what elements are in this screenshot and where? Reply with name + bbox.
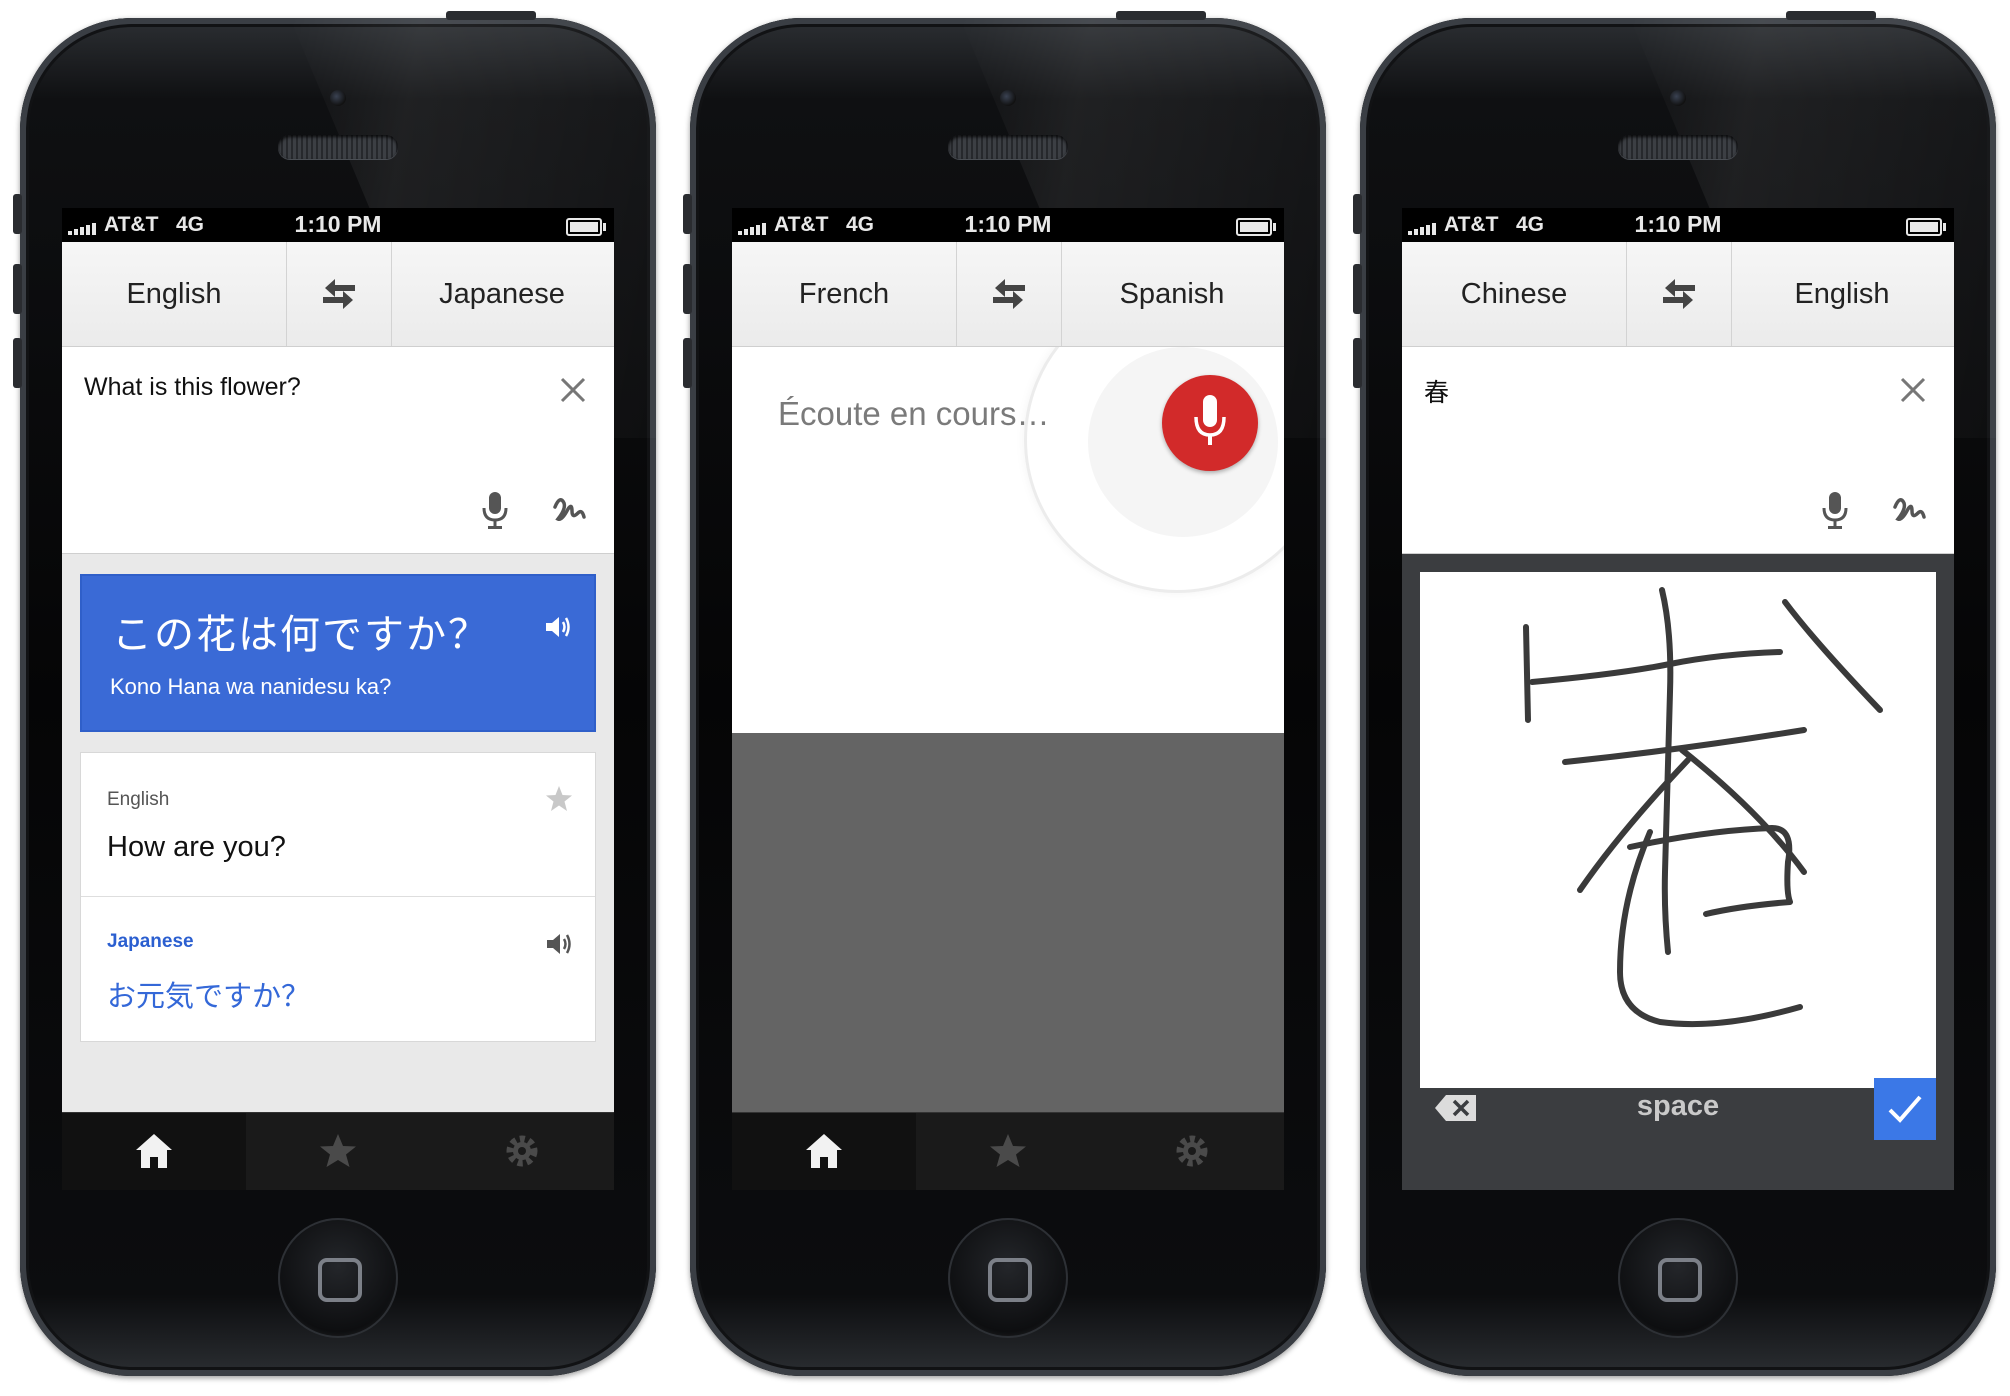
target-language-button[interactable]: English — [1730, 242, 1954, 346]
battery-icon — [1906, 218, 1946, 236]
tab-settings[interactable] — [430, 1113, 614, 1190]
mute-switch — [13, 194, 22, 234]
tab-bar — [732, 1112, 1284, 1190]
handwriting-icon[interactable] — [552, 495, 588, 527]
swap-icon — [323, 279, 355, 309]
phrase-source-text: How are you? — [107, 831, 286, 863]
power-button — [1116, 11, 1206, 20]
divider — [81, 896, 595, 897]
home-icon — [136, 1134, 172, 1168]
front-camera — [330, 90, 346, 106]
power-button — [446, 11, 536, 20]
microphone-button[interactable] — [1162, 375, 1258, 471]
status-time: 1:10 PM — [1634, 211, 1722, 237]
handwritten-strokes — [1523, 587, 1883, 1028]
status-bar: AT&T 4G 1:10 PM — [62, 208, 614, 242]
earpiece-speaker — [1618, 135, 1738, 159]
listening-status-text: Écoute en cours… — [778, 395, 1050, 432]
screen: AT&T 4G 1:10 PM French Spanish Écoute en… — [732, 208, 1284, 1190]
earpiece-speaker — [278, 135, 398, 159]
volume-down-button — [683, 338, 692, 388]
source-language-button[interactable]: Chinese — [1402, 242, 1626, 346]
close-icon[interactable] — [560, 377, 586, 403]
swap-languages-button[interactable] — [286, 242, 392, 346]
status-bar: AT&T 4G 1:10 PM — [732, 208, 1284, 242]
star-icon — [320, 1134, 356, 1167]
phone-3: AT&T 4G 1:10 PM Chinese English 春 space — [1353, 11, 1996, 1376]
target-language-button[interactable]: Japanese — [390, 242, 614, 346]
voice-input-area: Écoute en cours… — [732, 347, 1284, 733]
mute-switch — [1353, 194, 1362, 234]
tab-home[interactable] — [62, 1113, 246, 1190]
front-camera — [1670, 90, 1686, 106]
battery-icon — [1236, 218, 1276, 236]
tab-favorites[interactable] — [246, 1113, 430, 1190]
checkmark-icon — [1888, 1095, 1922, 1123]
phrase-target-text: お元気ですか？ — [107, 979, 311, 1013]
home-icon — [806, 1134, 842, 1168]
microphone-icon[interactable] — [1821, 492, 1849, 530]
volume-up-button — [1353, 264, 1362, 314]
volume-down-button — [1353, 338, 1362, 388]
source-language-button[interactable]: French — [732, 242, 956, 346]
tab-bar — [62, 1112, 614, 1190]
swap-languages-button[interactable] — [1626, 242, 1732, 346]
speaker-icon[interactable] — [545, 931, 573, 957]
volume-up-button — [13, 264, 22, 314]
swap-languages-button[interactable] — [956, 242, 1062, 346]
dimmed-overlay — [732, 733, 1284, 1112]
target-language-button[interactable]: Spanish — [1060, 242, 1284, 346]
star-icon — [990, 1134, 1026, 1167]
phone-2: AT&T 4G 1:10 PM French Spanish Écoute en… — [683, 11, 1326, 1376]
language-bar: Chinese English — [1402, 242, 1954, 347]
input-text[interactable]: 春 — [1424, 373, 1449, 409]
translation-result-card[interactable]: この花は何ですか？ Kono Hana wa nanidesu ka? — [80, 574, 596, 732]
language-bar: English Japanese — [62, 242, 614, 347]
speaker-icon[interactable] — [544, 614, 572, 640]
front-camera — [1000, 90, 1016, 106]
source-language-button[interactable]: English — [62, 242, 286, 346]
close-icon[interactable] — [1900, 377, 1926, 403]
space-key[interactable]: space — [1402, 1090, 1954, 1123]
status-time: 1:10 PM — [964, 211, 1052, 237]
volume-up-button — [683, 264, 692, 314]
tab-settings[interactable] — [1100, 1113, 1284, 1190]
home-button[interactable] — [278, 1218, 398, 1338]
phrase-source-language: English — [107, 789, 170, 810]
mute-switch — [683, 194, 692, 234]
input-area[interactable]: What is this flower? — [62, 347, 614, 554]
swap-icon — [1663, 279, 1695, 309]
handwriting-canvas[interactable] — [1420, 572, 1936, 1088]
status-bar: AT&T 4G 1:10 PM — [1402, 208, 1954, 242]
microphone-icon[interactable] — [481, 492, 509, 530]
screen: AT&T 4G 1:10 PM English Japanese What is… — [62, 208, 614, 1190]
romanization-text: Kono Hana wa nanidesu ka? — [110, 674, 392, 699]
swap-icon — [993, 279, 1025, 309]
home-button[interactable] — [948, 1218, 1068, 1338]
tab-favorites[interactable] — [916, 1113, 1100, 1190]
handwriting-icon[interactable] — [1892, 495, 1928, 527]
translation-text: この花は何ですか？ — [112, 612, 490, 658]
tab-home[interactable] — [732, 1113, 916, 1190]
phrasebook-card[interactable]: English How are you? Japanese お元気ですか？ — [80, 752, 596, 1042]
earpiece-speaker — [948, 135, 1068, 159]
settings-icon — [1176, 1135, 1208, 1167]
power-button — [1786, 11, 1876, 20]
microphone-icon — [1194, 395, 1226, 445]
phone-1: AT&T 4G 1:10 PM English Japanese What is… — [13, 11, 656, 1376]
home-button[interactable] — [1618, 1218, 1738, 1338]
settings-icon — [506, 1135, 538, 1167]
screen: AT&T 4G 1:10 PM Chinese English 春 space — [1402, 208, 1954, 1190]
input-area[interactable]: 春 — [1402, 347, 1954, 554]
input-text[interactable]: What is this flower? — [84, 373, 301, 402]
star-icon[interactable] — [545, 785, 573, 813]
battery-icon — [566, 218, 606, 236]
status-time: 1:10 PM — [294, 211, 382, 237]
language-bar: French Spanish — [732, 242, 1284, 347]
done-button[interactable] — [1874, 1078, 1936, 1140]
phrase-target-language: Japanese — [107, 931, 194, 952]
volume-down-button — [13, 338, 22, 388]
